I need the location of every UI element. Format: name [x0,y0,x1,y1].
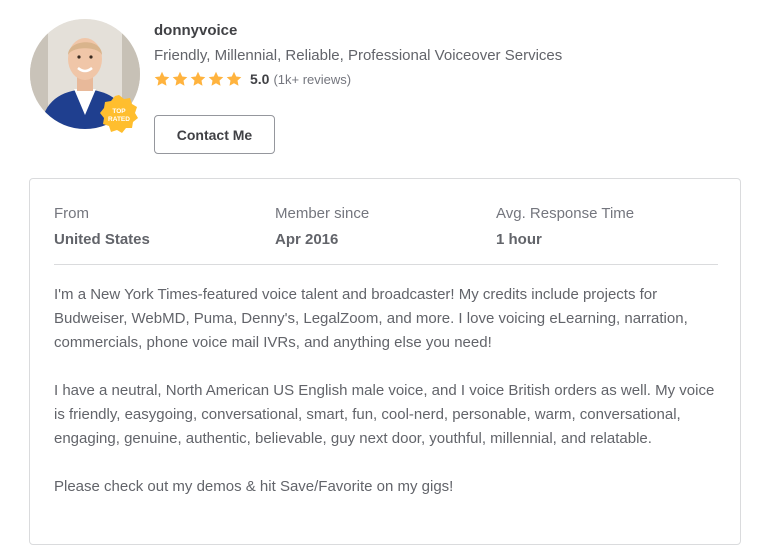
star-icon [208,71,224,86]
rating-score: 5.0 [250,71,270,87]
rating-stars [154,71,242,87]
seller-rating[interactable]: 5.0 (1k+ reviews) [154,71,351,87]
stat-label: Avg. Response Time [496,205,635,222]
stat-from: From United States [54,205,150,248]
description-paragraph: Please check out my demos & hit Save/Fav… [54,478,454,495]
stat-value: Apr 2016 [275,231,339,248]
seller-username[interactable]: donnyvoice [154,22,237,39]
stat-response-time: Avg. Response Time 1 hour [496,205,634,248]
stat-member-since: Member since Apr 2016 [275,205,369,248]
seller-tagline: Friendly, Millennial, Reliable, Professi… [154,47,563,64]
star-icon [172,71,188,86]
badge-line-top: TOP [112,108,126,115]
stat-value: United States [54,231,150,248]
star-icon [226,71,242,86]
seller-stats: From United States Member since Apr 2016… [54,205,718,265]
description-paragraph: I have a neutral, North American US Engl… [54,382,715,447]
reviews-count[interactable]: (1k+ reviews) [273,72,351,87]
star-icon [154,71,170,86]
star-icon [190,71,206,86]
stat-value: 1 hour [496,231,542,248]
top-rated-badge-icon: TOP RATED [99,94,139,134]
seller-description: I'm a New York Times-featured voice tale… [54,283,726,523]
stat-label: From [54,205,89,222]
badge-line-rated: RATED [108,116,130,123]
contact-me-button[interactable]: Contact Me [154,115,275,154]
seller-info-card: From United States Member since Apr 2016… [29,178,741,545]
description-paragraph: I'm a New York Times-featured voice tale… [54,286,688,351]
stat-label: Member since [275,205,370,222]
